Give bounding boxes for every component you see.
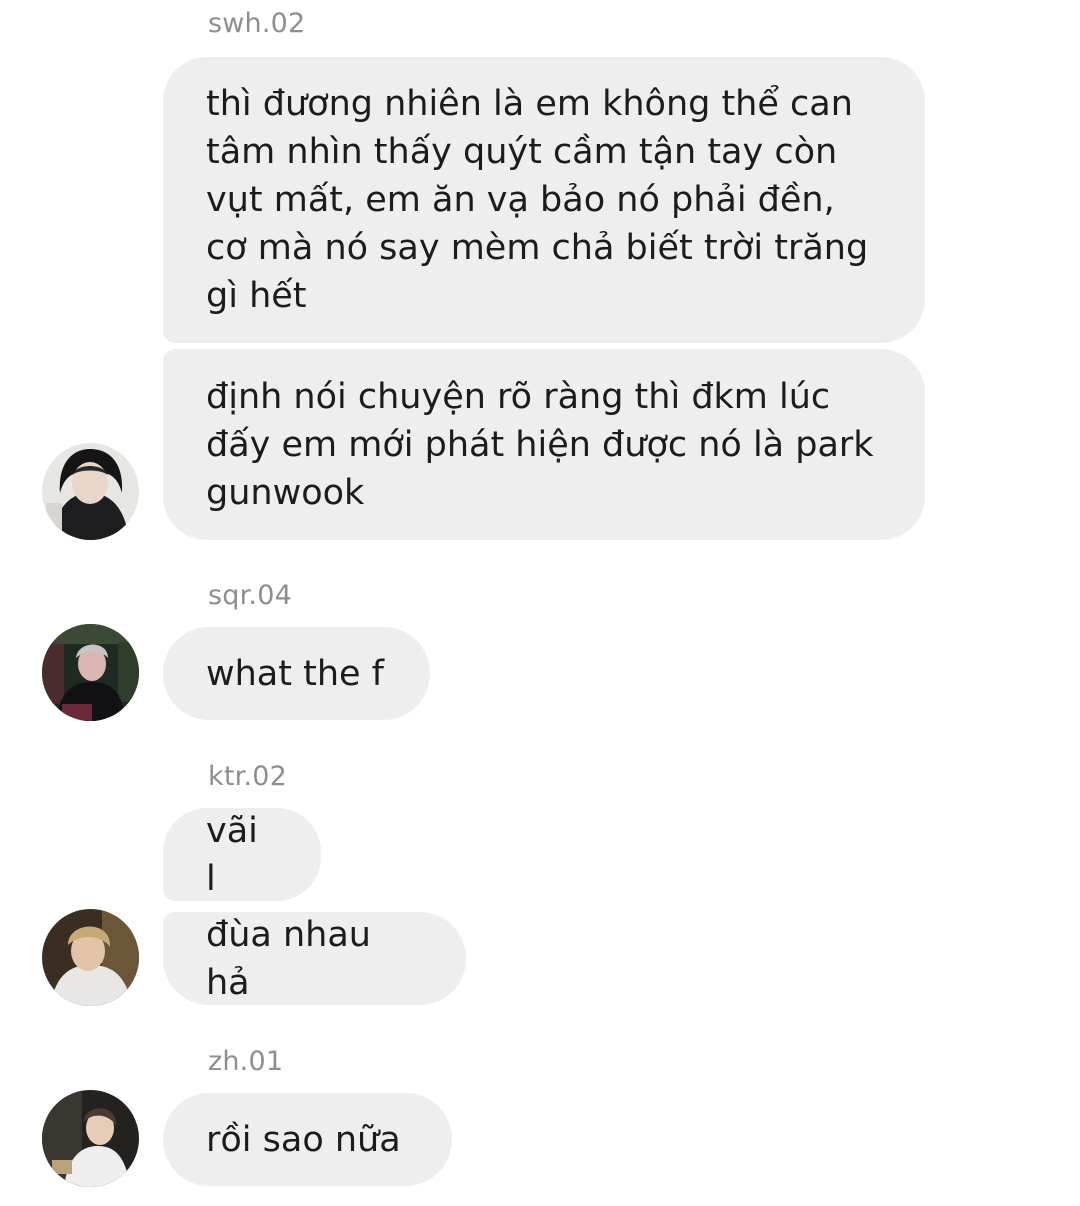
message-bubble[interactable]: định nói chuyện rõ ràng thì đkm lúc đấy … <box>163 349 925 540</box>
sender-name: sqr.04 <box>208 580 292 611</box>
avatar[interactable] <box>42 909 139 1006</box>
avatar-photo-icon <box>42 443 139 540</box>
sender-name: zh.01 <box>208 1046 284 1077</box>
sender-name: ktr.02 <box>208 761 287 792</box>
message-bubble[interactable]: đùa nhau hả <box>163 912 466 1005</box>
message-text: what the f <box>206 653 384 694</box>
message-text: thì đương nhiên là em không thể can tâm … <box>206 84 869 316</box>
message-bubble[interactable]: rồi sao nữa <box>163 1093 452 1186</box>
avatar-photo-icon <box>42 909 139 1006</box>
avatar[interactable] <box>42 1090 139 1187</box>
avatar-photo-icon <box>42 624 139 721</box>
avatar-photo-icon <box>42 1090 139 1187</box>
avatar[interactable] <box>42 443 139 540</box>
message-bubble[interactable]: vãi l <box>163 808 321 901</box>
message-bubble[interactable]: thì đương nhiên là em không thể can tâm … <box>163 57 925 343</box>
message-text: rồi sao nữa <box>206 1119 401 1160</box>
message-bubble[interactable]: what the f <box>163 627 430 720</box>
message-text: định nói chuyện rõ ràng thì đkm lúc đấy … <box>206 376 874 513</box>
sender-name: swh.02 <box>208 8 306 39</box>
avatar[interactable] <box>42 624 139 721</box>
message-text: vãi l <box>206 810 258 899</box>
message-text: đùa nhau hả <box>206 914 371 1003</box>
